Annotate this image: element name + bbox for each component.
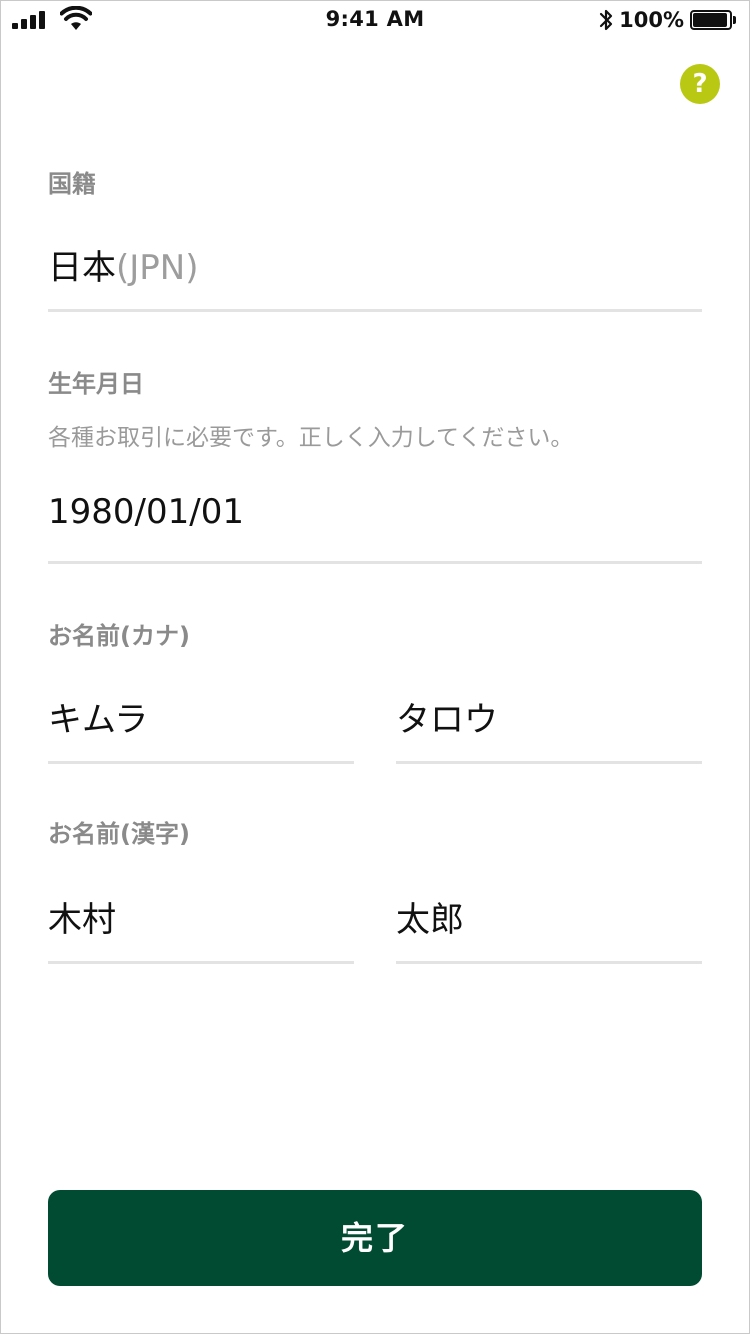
battery-percent: 100% bbox=[619, 8, 684, 32]
name-kanji-label: お名前(漢字) bbox=[48, 820, 190, 848]
name-kana-first-value: タロウ bbox=[396, 700, 498, 740]
birthdate-hint: 各種お取引に必要です。正しく入力してください。 bbox=[48, 425, 574, 451]
name-kanji-first-field[interactable]: 太郎 bbox=[396, 880, 702, 964]
device-frame bbox=[0, 0, 750, 1334]
complete-button-label: 完了 bbox=[340, 1219, 409, 1257]
nationality-value: 日本 bbox=[48, 248, 116, 288]
name-kanji-last-value: 木村 bbox=[48, 900, 116, 940]
complete-button[interactable]: 完了 bbox=[48, 1190, 702, 1286]
help-icon: ? bbox=[692, 69, 708, 99]
name-kana-first-field[interactable]: タロウ bbox=[396, 680, 702, 764]
birthdate-label: 生年月日 bbox=[48, 370, 144, 398]
name-kana-label: お名前(カナ) bbox=[48, 622, 190, 650]
help-button[interactable]: ? bbox=[680, 64, 720, 104]
status-right-group: 100% bbox=[597, 6, 736, 34]
status-bar: 9:41 AM 100% bbox=[0, 0, 750, 40]
birthdate-value: 1980/01/01 bbox=[48, 492, 244, 532]
name-kana-last-field[interactable]: キムラ bbox=[48, 680, 354, 764]
name-kanji-last-field[interactable]: 木村 bbox=[48, 880, 354, 964]
nationality-field[interactable]: 日本(JPN) bbox=[48, 230, 702, 312]
battery-icon bbox=[690, 10, 736, 30]
birthdate-field[interactable]: 1980/01/01 bbox=[48, 480, 702, 564]
bluetooth-icon bbox=[600, 9, 613, 31]
nationality-code: (JPN) bbox=[116, 248, 199, 288]
name-kana-last-value: キムラ bbox=[48, 700, 149, 740]
name-kanji-first-value: 太郎 bbox=[396, 900, 464, 940]
nationality-label: 国籍 bbox=[48, 170, 96, 198]
